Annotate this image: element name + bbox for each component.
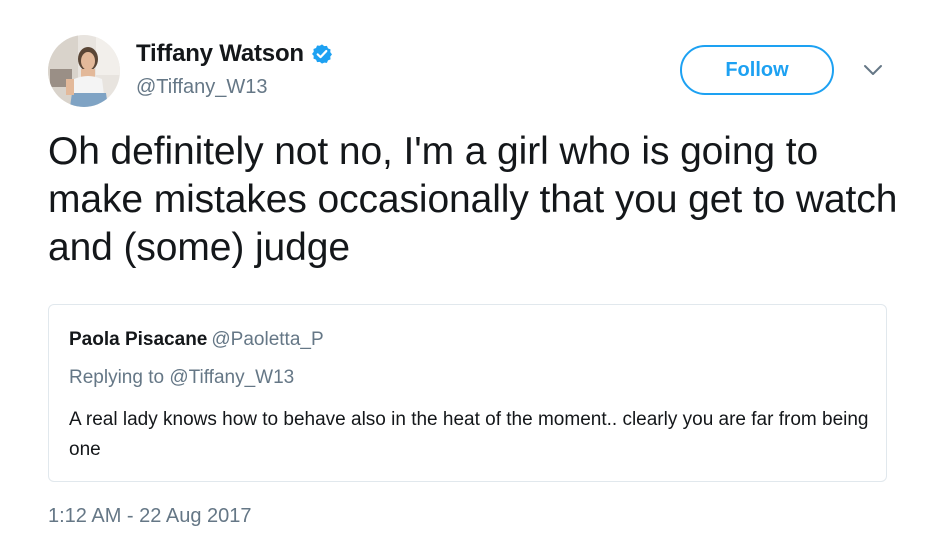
chevron-down-icon[interactable] [862, 62, 884, 78]
quoted-author-name: Paola Pisacane [69, 329, 208, 350]
tweet-text: Oh definitely not no, I'm a girl who is … [48, 130, 898, 269]
author-display-name[interactable]: Tiffany Watson [136, 40, 304, 68]
quoted-tweet-text: A real lady knows how to behave also in … [69, 409, 869, 460]
quoted-author-username: @Paoletta_P [211, 329, 324, 350]
tweet-timestamp[interactable]: 1:12 AM - 22 Aug 2017 [48, 505, 252, 528]
quoted-reply-context: Replying to @Tiffany_W13 [69, 367, 295, 388]
follow-button[interactable]: Follow [680, 45, 834, 95]
avatar[interactable] [48, 35, 120, 107]
verified-badge-icon [311, 44, 332, 64]
author-name-row: Tiffany Watson [136, 38, 333, 70]
quoted-tweet-card[interactable]: Paola Pisacane @Paoletta_P Replying to @T… [48, 304, 887, 482]
quoted-tweet-header: Paola Pisacane @Paoletta_P [69, 329, 324, 351]
author-username[interactable]: @Tiffany_W13 [136, 76, 267, 99]
avatar-photo [48, 35, 120, 107]
tweet-container: Tiffany Watson @Tiffany_W13 Follow Oh de… [0, 0, 939, 543]
